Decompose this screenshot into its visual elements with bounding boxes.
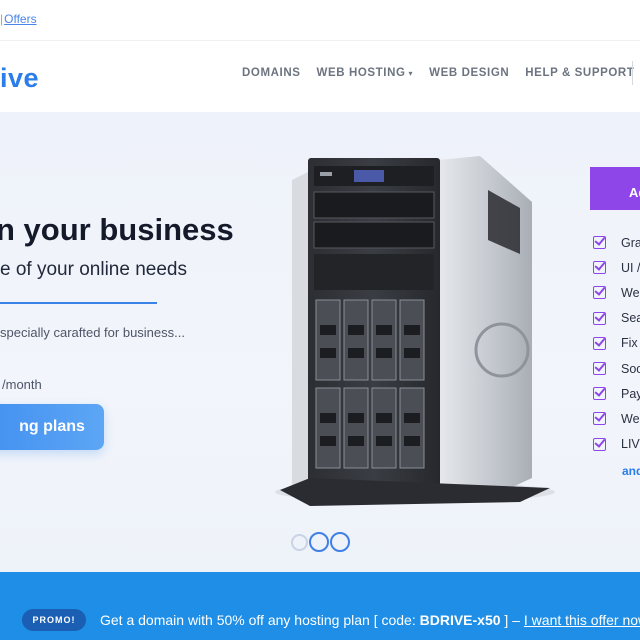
checkbox-checked-icon xyxy=(593,336,606,350)
checkbox-checked-icon xyxy=(593,437,606,451)
feature-label: UI / xyxy=(621,260,640,275)
hero-price-suffix: /month xyxy=(2,377,42,392)
checkbox-checked-icon xyxy=(593,412,606,426)
hero-title: n your business xyxy=(0,212,234,247)
feature-item: LIV xyxy=(593,432,640,457)
server-tower-image xyxy=(275,156,555,506)
checkbox-checked-icon xyxy=(593,362,606,376)
hero-subtitle: e of your online needs xyxy=(0,259,187,280)
promo-code: BDRIVE-x50 xyxy=(419,612,501,628)
feature-item: Pay xyxy=(593,381,640,406)
slider-dot-3[interactable] xyxy=(330,532,350,552)
feature-label: Sea xyxy=(621,311,640,326)
nav-help-support[interactable]: HELP & SUPPORT xyxy=(525,67,634,79)
feature-item: UI / xyxy=(593,255,640,280)
feature-item: We xyxy=(593,406,640,431)
more-features-link[interactable]: and xyxy=(622,464,640,478)
feature-label: Gra xyxy=(621,235,640,250)
promo-badge: PROMO! xyxy=(22,609,86,631)
feature-panel-header: Ad xyxy=(590,167,640,210)
hero-slider: n your business e of your online needs s… xyxy=(0,112,640,572)
checkbox-checked-icon xyxy=(593,311,606,325)
feature-label: Fix xyxy=(621,336,638,351)
feature-label: Soc xyxy=(621,361,640,376)
nav-help-support-label: HELP & SUPPORT xyxy=(525,67,635,79)
feature-label: LIV xyxy=(621,437,640,452)
chevron-down-icon: ▾ xyxy=(408,68,414,78)
feature-item: We xyxy=(593,280,640,305)
checkbox-checked-icon xyxy=(593,387,606,401)
nav-web-design-label: WEB DESIGN xyxy=(429,67,510,79)
site-header: ive DOMAINS WEB HOSTING ▾ WEB DESIGN HELP… xyxy=(0,40,640,112)
hero-underline xyxy=(0,302,157,304)
checkbox-checked-icon xyxy=(593,261,606,275)
promo-text: Get a domain with 50% off any hosting pl… xyxy=(100,612,640,628)
nav-web-hosting-label: WEB HOSTING xyxy=(316,67,406,79)
promo-offer-link[interactable]: I want this offer now xyxy=(524,612,640,628)
feature-item: Soc xyxy=(593,356,640,381)
feature-label: We xyxy=(621,411,640,426)
nav-domains-label: DOMAINS xyxy=(242,67,301,79)
feature-item: Gra xyxy=(593,230,640,255)
nav-web-hosting[interactable]: WEB HOSTING ▾ xyxy=(317,67,414,79)
feature-list: Gra UI / We Sea Fix Soc Pay We LIV xyxy=(593,230,640,457)
feature-item: Fix xyxy=(593,331,640,356)
feature-label: We xyxy=(621,285,640,300)
top-bar: |Offers xyxy=(0,0,640,40)
offers-link[interactable]: |Offers xyxy=(0,12,37,26)
site-logo[interactable]: ive xyxy=(0,63,39,94)
promo-text-before: Get a domain with 50% off any hosting pl… xyxy=(100,612,420,628)
hero-description: specially carafted for business... xyxy=(0,325,185,340)
nav-domains[interactable]: DOMAINS xyxy=(242,67,301,79)
promo-bar: PROMO! Get a domain with 50% off any hos… xyxy=(0,572,640,640)
nav-divider xyxy=(632,61,633,85)
slider-dot-1[interactable] xyxy=(291,533,308,551)
offers-label[interactable]: Offers xyxy=(4,12,36,26)
slider-dot-2[interactable] xyxy=(309,532,329,552)
feature-label: Pay xyxy=(621,386,640,401)
feature-item: Sea xyxy=(593,306,640,331)
promo-text-after: ] – xyxy=(500,612,524,628)
nav-web-design[interactable]: WEB DESIGN xyxy=(429,67,509,79)
hosting-plans-button[interactable]: ng plans xyxy=(0,404,104,450)
slider-dots xyxy=(291,532,350,552)
checkbox-checked-icon xyxy=(593,236,606,250)
checkbox-checked-icon xyxy=(593,286,606,300)
main-nav: DOMAINS WEB HOSTING ▾ WEB DESIGN HELP & S… xyxy=(242,67,634,79)
